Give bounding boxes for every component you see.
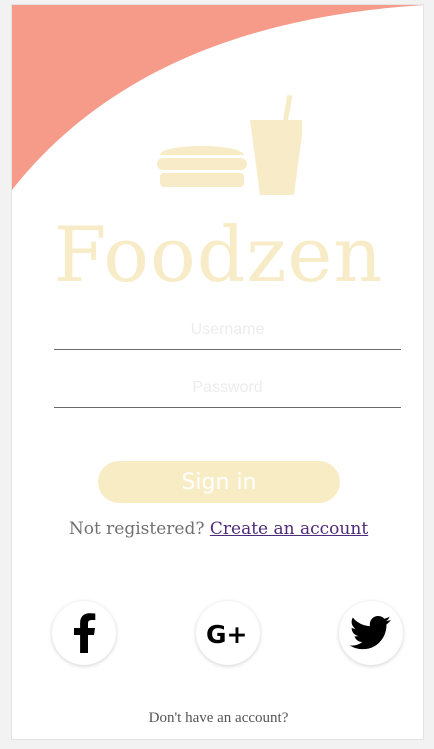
password-field[interactable] xyxy=(54,368,401,408)
burger-and-drink-icon xyxy=(157,95,302,195)
google-plus-login-button[interactable]: G+ xyxy=(196,601,260,665)
brand-title: Foodzen xyxy=(53,210,384,299)
footer-text: Don't have an account? xyxy=(148,710,289,726)
sign-in-button[interactable]: Sign in xyxy=(98,461,340,503)
username-field[interactable] xyxy=(54,310,401,350)
google-plus-icon: G+ xyxy=(206,620,247,647)
facebook-login-button[interactable] xyxy=(52,601,116,665)
facebook-icon xyxy=(74,613,96,653)
register-prompt-row: Not registered? Create an account xyxy=(12,519,423,539)
create-account-link[interactable]: Create an account xyxy=(210,519,368,539)
register-prompt-text: Not registered? xyxy=(68,519,210,539)
login-screen: Foodzen Sign in Not registered? Create a… xyxy=(11,4,424,740)
twitter-icon xyxy=(350,616,391,650)
svg-text:G+: G+ xyxy=(206,620,247,647)
twitter-login-button[interactable] xyxy=(339,601,403,665)
